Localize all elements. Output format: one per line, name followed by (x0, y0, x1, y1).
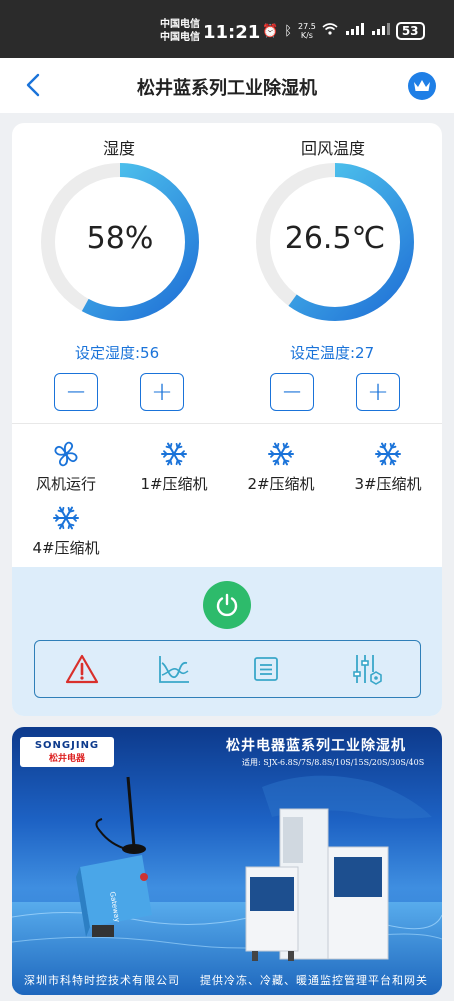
app-header: 松井蓝系列工业除湿机 (0, 58, 454, 113)
battery-indicator: 53 (395, 22, 425, 40)
list-icon (254, 657, 278, 681)
fan-icon (54, 441, 78, 467)
carrier-info: 中国电信 中国电信 (160, 18, 200, 44)
function-toolbar (34, 640, 421, 698)
device-label: 风机运行 (35, 475, 96, 493)
chart-button[interactable] (156, 651, 192, 687)
power-button[interactable] (203, 581, 251, 629)
signal-4g-icon (370, 23, 390, 39)
divider (12, 423, 442, 424)
temperature-decrease-button[interactable]: − (270, 373, 314, 411)
chart-icon (159, 656, 189, 683)
temperature-value: 26.5℃ (284, 221, 386, 256)
status-bar: 中国电信 中国电信 11:21 ⏰ ᛒ 27.5 K/s 53 (0, 0, 454, 58)
brand-name: SONGJING (34, 740, 100, 751)
clock: 11:21 (203, 22, 261, 43)
snowflake-icon (375, 442, 401, 466)
brand-name-cn: 松井电器 (48, 754, 85, 764)
speed-unit: K/s (300, 31, 313, 40)
humidity-decrease-button[interactable]: − (54, 373, 98, 411)
device-label: 4#压缩机 (32, 539, 100, 557)
temperature-gauge: 26.5℃ (254, 161, 416, 323)
settings-button[interactable] (350, 651, 386, 687)
humidity-label: 湿度 (103, 139, 136, 158)
device-compressor-1: 1#压缩机 (124, 439, 224, 494)
device-card: 湿度 58% 设定湿度:56 − + 回风温度 26.5℃ 设定温度:27 − … (12, 123, 442, 716)
power-icon (216, 593, 238, 617)
settings-sliders-icon (353, 655, 382, 685)
speed-value: 27.5 (298, 22, 316, 31)
device-compressor-4: 4#压缩机 (16, 503, 116, 558)
device-label: 2#压缩机 (247, 475, 315, 493)
banner-subtitle: 适用: SJX-6.8S/7S/8.8S/10S/15S/20S/30S/40S (242, 758, 425, 767)
temperature-setpoint: 设定温度:27 (290, 344, 375, 362)
vip-button[interactable] (408, 72, 436, 100)
alarm-icon (65, 654, 99, 684)
wifi-icon (322, 23, 338, 39)
temperature-label: 回风温度 (301, 139, 366, 158)
device-compressor-2: 2#压缩机 (231, 439, 331, 494)
status-icons: ⏰ ᛒ 27.5 K/s 53 (262, 22, 425, 40)
device-label: 3#压缩机 (354, 475, 422, 493)
ad-banner[interactable]: Gateway SONGJING 松井电器 松井电器蓝系列工业除湿机 适用: S… (12, 727, 442, 995)
carrier-1: 中国电信 (160, 19, 200, 30)
list-button[interactable] (248, 651, 284, 687)
signal-5g-icon (344, 23, 364, 39)
device-fan: 风机运行 (16, 439, 116, 494)
page-title: 松井蓝系列工业除湿机 (137, 78, 317, 99)
humidity-increase-button[interactable]: + (140, 373, 184, 411)
network-speed: 27.5 K/s (298, 22, 316, 40)
humidity-setpoint: 设定湿度:56 (75, 344, 160, 362)
device-label: 1#压缩机 (140, 475, 208, 493)
snowflake-icon (53, 506, 79, 530)
carrier-2: 中国电信 (160, 32, 200, 43)
control-panel (12, 567, 442, 716)
alarm-clock-icon: ⏰ (262, 23, 279, 39)
crown-icon (414, 80, 430, 91)
brand-logo: SONGJING 松井电器 (20, 737, 114, 767)
alarm-button[interactable] (64, 651, 100, 687)
banner-title: 松井电器蓝系列工业除湿机 (226, 738, 406, 754)
device-compressor-3: 3#压缩机 (338, 439, 438, 494)
bluetooth-icon: ᛒ (284, 23, 292, 39)
temperature-increase-button[interactable]: + (356, 373, 400, 411)
snowflake-icon (268, 442, 294, 466)
banner-company: 深圳市科特时控技术有限公司 (24, 974, 180, 987)
humidity-gauge: 58% (39, 161, 201, 323)
snowflake-icon (161, 442, 187, 466)
banner-slogan: 提供冷冻、冷藏、暖通监控管理平台和网关 (200, 974, 428, 987)
humidity-value: 58% (86, 221, 154, 256)
